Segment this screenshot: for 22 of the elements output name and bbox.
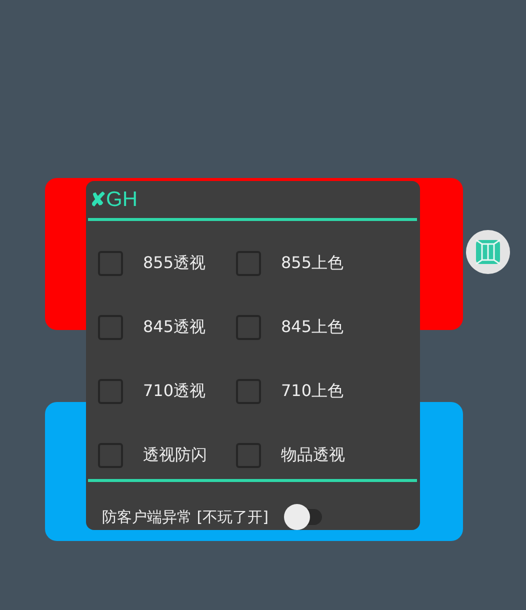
- option-label: 845透视: [143, 316, 206, 338]
- checkbox[interactable]: [98, 314, 123, 340]
- option-label: 710上色: [281, 380, 344, 402]
- option-label: 物品透视: [281, 444, 345, 466]
- checkbox[interactable]: [98, 442, 123, 468]
- cube-icon: [475, 239, 501, 265]
- checkbox[interactable]: [236, 378, 261, 404]
- panel-title: GH: [106, 188, 138, 212]
- option-label: 845上色: [281, 316, 344, 338]
- checkbox[interactable]: [236, 314, 261, 340]
- title-mark: ✘: [90, 188, 106, 212]
- checkbox[interactable]: [236, 250, 261, 276]
- option-label: 855上色: [281, 252, 344, 274]
- toggle-label: 防客户端异常 [不玩了开]: [102, 508, 268, 526]
- option-label: 透视防闪: [143, 444, 207, 466]
- option-label: 855透视: [143, 252, 206, 274]
- checkbox[interactable]: [98, 378, 123, 404]
- option-label: 710透视: [143, 380, 206, 402]
- checkbox[interactable]: [236, 442, 261, 468]
- floating-button[interactable]: [466, 230, 510, 274]
- checkbox[interactable]: [98, 250, 123, 276]
- toggle-switch[interactable]: [284, 504, 322, 530]
